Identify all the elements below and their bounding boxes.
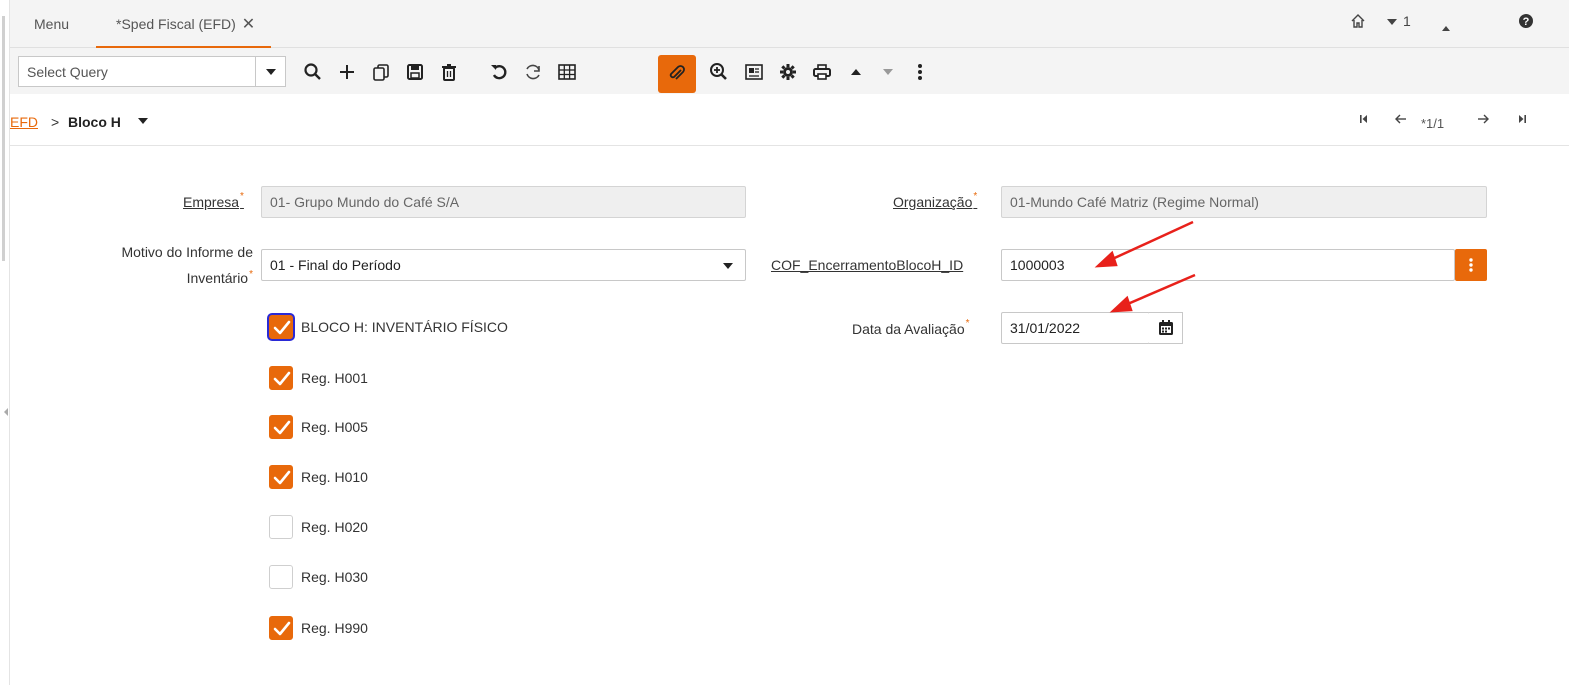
breadcrumb-separator: > (51, 114, 60, 130)
print-icon[interactable] (806, 56, 838, 88)
calendar-button[interactable] (1149, 312, 1183, 344)
data-avaliacao-field[interactable]: 31/01/2022 (1001, 312, 1150, 344)
motivo-select[interactable]: 01 - Final do Período (261, 249, 746, 281)
cof-id-menu-button[interactable] (1455, 249, 1487, 281)
help-icon[interactable]: ? (1518, 13, 1534, 32)
motivo-label: Motivo do Informe de Inventário* (80, 239, 253, 291)
undo-icon[interactable] (483, 56, 515, 88)
motivo-label-line1: Motivo do Informe de (121, 244, 253, 260)
app-window: Menu *Sped Fiscal (EFD) ✕ 1 ? Select Que… (0, 0, 1569, 685)
cof-id-label[interactable]: COF_EncerramentoBlocoH_ID (771, 257, 963, 273)
motivo-label-line2-wrap: Inventário* (80, 265, 253, 291)
motivo-select-value: 01 - Final do Período (270, 257, 401, 273)
breadcrumb-caret-icon[interactable] (138, 118, 148, 124)
caret-down-icon (1387, 19, 1397, 26)
attachment-icon[interactable] (658, 55, 696, 93)
new-record-icon[interactable] (331, 56, 363, 88)
tab-bar: Menu *Sped Fiscal (EFD) ✕ 1 ? (10, 0, 1569, 48)
more-options-icon[interactable] (904, 56, 936, 88)
breadcrumb-current[interactable]: Bloco H (68, 114, 121, 130)
checkbox-h010[interactable] (269, 465, 293, 489)
window-count-dropdown[interactable]: 1 (1387, 13, 1411, 29)
empresa-label-text: Empresa (183, 194, 240, 210)
save-icon[interactable] (399, 56, 431, 88)
select-query-dropdown[interactable]: Select Query (18, 56, 286, 87)
collapse-header-icon[interactable] (1442, 18, 1450, 34)
required-marker: * (965, 318, 970, 329)
grid-toggle-icon[interactable] (551, 56, 583, 88)
copy-record-icon[interactable] (365, 56, 397, 88)
empresa-label[interactable]: Empresa* (183, 191, 244, 210)
prev-record-arrow-icon[interactable] (1394, 113, 1408, 128)
zoom-in-icon[interactable] (703, 56, 735, 88)
left-panel-scrollbar[interactable] (2, 16, 5, 261)
checkbox-label: Reg. H005 (301, 419, 368, 435)
data-avaliacao-label-text: Data da Avaliação (852, 321, 965, 337)
checkbox-h001[interactable] (269, 366, 293, 390)
home-icon[interactable] (1350, 13, 1366, 32)
checkmark-icon (273, 621, 291, 636)
motivo-caret-icon[interactable] (723, 263, 733, 269)
report-icon[interactable] (738, 56, 770, 88)
required-marker: * (240, 191, 244, 202)
tab-sped-fiscal-label: *Sped Fiscal (EFD) (116, 16, 236, 32)
checkbox-bloco-h[interactable] (269, 315, 293, 339)
kebab-icon (1469, 258, 1473, 272)
checkbox-h005[interactable] (269, 415, 293, 439)
checkbox-label: BLOCO H: INVENTÁRIO FÍSICO (301, 319, 508, 335)
tab-menu[interactable]: Menu (34, 10, 69, 48)
organizacao-label[interactable]: Organização* (893, 191, 978, 210)
checkbox-label: Reg. H020 (301, 519, 368, 535)
checkbox-label: Reg. H990 (301, 620, 368, 636)
toolbar: Select Query (10, 48, 1569, 94)
record-position: *1/1 (1421, 116, 1445, 131)
window-count: 1 (1403, 13, 1411, 29)
checkmark-icon (273, 470, 291, 485)
breadcrumb: EFD > Bloco H *1/1 (10, 94, 1569, 146)
motivo-label-line2: Inventário (186, 270, 249, 286)
previous-record-icon[interactable] (840, 56, 872, 88)
tab-sped-fiscal[interactable]: *Sped Fiscal (EFD) ✕ (96, 10, 272, 48)
checkmark-icon (273, 420, 291, 435)
close-tab-icon[interactable]: ✕ (242, 16, 255, 33)
last-record-icon[interactable] (1517, 113, 1527, 128)
checkbox-h020[interactable] (269, 515, 293, 539)
delete-icon[interactable] (433, 56, 465, 88)
checkbox-h990[interactable] (269, 616, 293, 640)
checkbox-h030[interactable] (269, 565, 293, 589)
required-marker: * (973, 191, 978, 202)
checkmark-icon (273, 320, 291, 335)
checkbox-label: Reg. H010 (301, 469, 368, 485)
first-record-icon[interactable] (1359, 113, 1369, 128)
data-avaliacao-label: Data da Avaliação* (852, 318, 970, 337)
left-panel-edge[interactable] (0, 0, 10, 685)
checkmark-icon (273, 371, 291, 386)
checkbox-label: Reg. H001 (301, 370, 368, 386)
svg-text:?: ? (1523, 16, 1530, 28)
annotation-arrowhead-data-avaliacao (1109, 295, 1133, 313)
search-icon[interactable] (297, 56, 329, 88)
select-query-placeholder: Select Query (27, 64, 108, 80)
organizacao-field[interactable]: 01-Mundo Café Matriz (Regime Normal) (1001, 186, 1487, 218)
empresa-field[interactable]: 01- Grupo Mundo do Café S/A (261, 186, 746, 218)
select-query-caret-icon[interactable] (255, 57, 285, 86)
organizacao-label-text: Organização (893, 194, 973, 210)
breadcrumb-parent-link[interactable]: EFD (10, 114, 38, 130)
calendar-icon (1158, 320, 1173, 335)
collapse-left-icon[interactable] (4, 408, 8, 416)
refresh-icon[interactable] (517, 56, 549, 88)
settings-icon[interactable] (772, 56, 804, 88)
next-record-arrow-icon[interactable] (1476, 113, 1490, 128)
required-marker: * (249, 269, 253, 280)
cof-id-field[interactable]: 1000003 (1001, 249, 1455, 281)
checkbox-label: Reg. H030 (301, 569, 368, 585)
next-record-icon[interactable] (872, 56, 904, 88)
